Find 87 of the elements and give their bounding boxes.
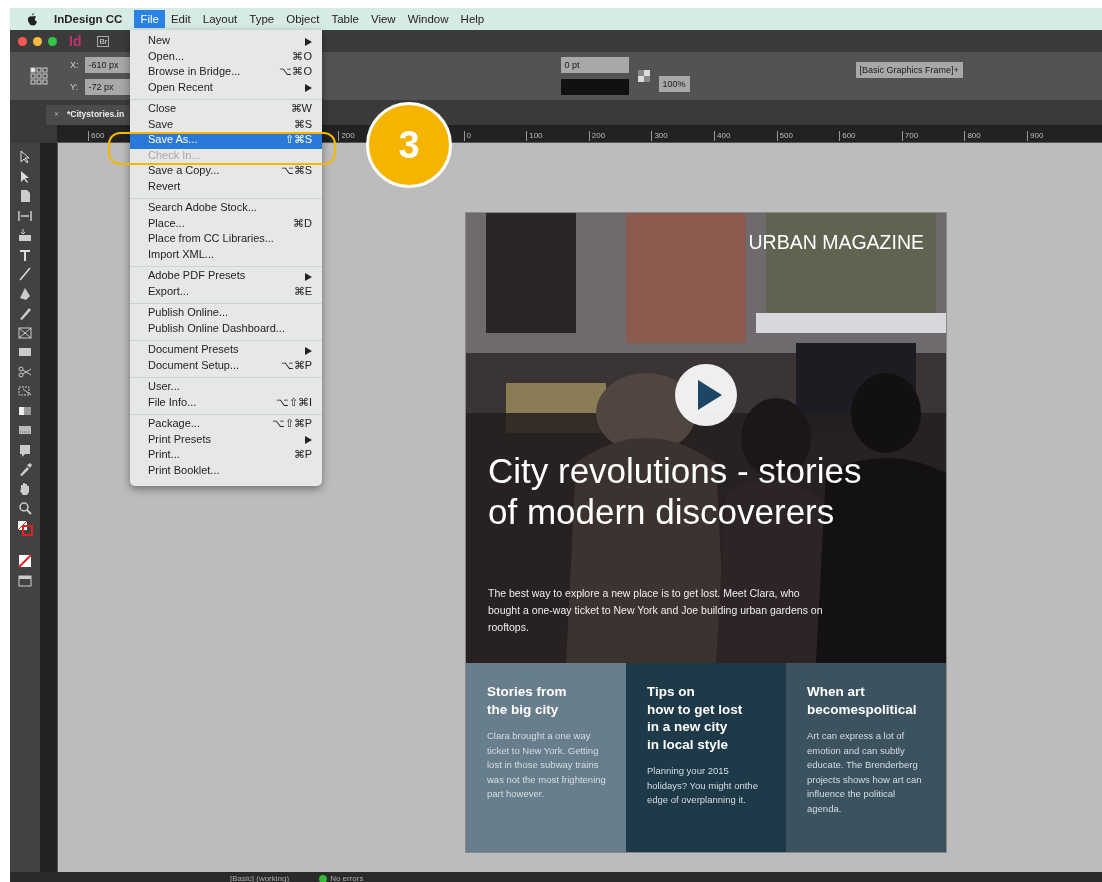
menu-item[interactable]: File: [134, 10, 165, 28]
article-text: Planning your 2015 holidays? You might onthe edge of overplanning it.: [647, 764, 759, 807]
ruler-label: 900: [1027, 131, 1044, 141]
menu-item[interactable]: Revert: [130, 179, 322, 195]
menu-item[interactable]: Place from CC Libraries...: [130, 232, 322, 248]
pencil-tool-icon[interactable]: [17, 305, 33, 321]
menu-item[interactable]: Save a Copy... ⌥⌘S: [130, 164, 322, 180]
ruler-label: 600: [839, 131, 856, 141]
style-status[interactable]: [Basic] (working): [230, 872, 290, 882]
menu-item[interactable]: User...: [130, 380, 322, 396]
zoom-icon[interactable]: [17, 500, 33, 516]
menu-item[interactable]: View: [364, 10, 402, 28]
ruler-label: 500: [776, 131, 793, 141]
intro-text: The best way to explore a new place is to get lost. Meet Clara, who bought a one-way ticket to New York and Joe building urban gardens on rooftops.: [488, 586, 824, 635]
menu-item[interactable]: Publish Online Dashboard...: [130, 321, 322, 337]
app-logo: Id: [69, 33, 82, 49]
menu-item[interactable]: Publish Online...: [130, 306, 322, 322]
headline: City revolutions - stories of modern discoverers: [488, 450, 863, 532]
menu-item[interactable]: Adobe PDF Presets: [130, 269, 322, 285]
masthead: URBAN MAGAZINE: [748, 231, 924, 254]
menu-item[interactable]: Close ⌘W: [130, 102, 322, 118]
ruler-label: 800: [964, 131, 981, 141]
menu-item[interactable]: Print... ⌘P: [130, 448, 322, 464]
apple-icon[interactable]: [26, 12, 38, 26]
minimize-button[interactable]: [33, 36, 42, 46]
reference-point-icon[interactable]: [30, 67, 48, 85]
menu-item[interactable]: New: [130, 34, 322, 50]
menu-item[interactable]: Save ⌘S: [130, 117, 322, 133]
menu-item[interactable]: Type: [243, 10, 281, 28]
bridge-button[interactable]: Br: [97, 35, 110, 47]
fill-stroke-icon[interactable]: [17, 519, 33, 536]
opacity-icon: [636, 69, 651, 83]
article-text: Clara brought a one way ticket to New York. Getting lost in those subway trains was not the most frightening part however.: [487, 729, 607, 801]
ruler-label: 400: [714, 131, 731, 141]
ruler-label: 200: [588, 131, 606, 141]
eyedropper-icon[interactable]: [17, 461, 33, 477]
menu-item[interactable]: Search Adobe Stock...: [130, 201, 322, 217]
content-collector-icon[interactable]: [17, 227, 33, 243]
menu-item[interactable]: Document Setup... ⌥⌘P: [130, 358, 322, 374]
preflight-status[interactable]: No errors: [330, 872, 364, 882]
line-tool-icon[interactable]: [17, 266, 33, 282]
menu-item[interactable]: Package... ⌥⇧⌘P: [130, 417, 322, 433]
scissors-icon[interactable]: [17, 363, 33, 380]
screen-mode-icon[interactable]: [17, 572, 33, 589]
article-title: Tips on how to get lost in a new city in local style: [647, 683, 744, 753]
menu-item[interactable]: Edit: [164, 10, 197, 28]
stroke-type-field[interactable]: [560, 79, 629, 95]
app-name[interactable]: InDesign CC: [54, 13, 123, 25]
menu-item[interactable]: Import XML...: [130, 247, 322, 263]
y-label: Y:: [70, 82, 79, 92]
x-label: X:: [70, 60, 79, 70]
menu-item[interactable]: Object: [280, 10, 326, 28]
close-button[interactable]: [18, 36, 27, 46]
ruler-label: 200: [338, 131, 355, 141]
ruler-label: 0: [463, 131, 472, 141]
article-title: Stories from the big city: [487, 683, 568, 718]
object-style-field[interactable]: [Basic Graphics Frame]+: [855, 62, 963, 78]
ruler-label: 700: [901, 131, 919, 141]
article-text: Art can express a lot of emotion and can subtly educate. The Brenderberg projects shows how art can influence the political agenda.: [807, 729, 923, 816]
submenu-arrow-icon: [305, 272, 312, 281]
menu-item[interactable]: Table: [325, 10, 365, 28]
opacity-field[interactable]: 100%: [658, 76, 690, 92]
menu-item[interactable]: Help: [454, 10, 491, 28]
submenu-arrow-icon: [305, 37, 312, 46]
apply-none-icon[interactable]: [17, 553, 33, 569]
document-tab[interactable]: × *Citystories.in: [46, 105, 133, 125]
article-title: When art becomespolitical: [807, 683, 918, 718]
status-dot-icon: [319, 875, 328, 882]
ruler-label: 300: [651, 131, 668, 141]
stroke-weight-field[interactable]: 0 pt: [560, 57, 629, 73]
ruler-label: 600: [88, 131, 105, 141]
menu-item[interactable]: File Info... ⌥⇧⌘I: [130, 395, 322, 411]
menu-item[interactable]: Print Presets: [130, 432, 322, 448]
submenu-arrow-icon: [305, 84, 312, 93]
menu-item[interactable]: Window: [401, 10, 455, 28]
transform-tool-icon[interactable]: [17, 383, 33, 399]
menu-item[interactable]: Document Presets: [130, 343, 322, 359]
menu-item[interactable]: Layout: [196, 10, 244, 28]
frame-tool-icon[interactable]: [17, 324, 33, 341]
menu-item[interactable]: Place... ⌘D: [130, 216, 322, 232]
zoom-button[interactable]: [48, 36, 57, 46]
play-button[interactable]: [674, 363, 738, 427]
ruler-label: 100: [526, 131, 543, 141]
submenu-arrow-icon: [305, 436, 312, 445]
menu-item[interactable]: Print Booklet...: [130, 463, 322, 479]
submenu-arrow-icon: [305, 346, 312, 355]
menu-item[interactable]: Export... ⌘E: [130, 284, 322, 300]
